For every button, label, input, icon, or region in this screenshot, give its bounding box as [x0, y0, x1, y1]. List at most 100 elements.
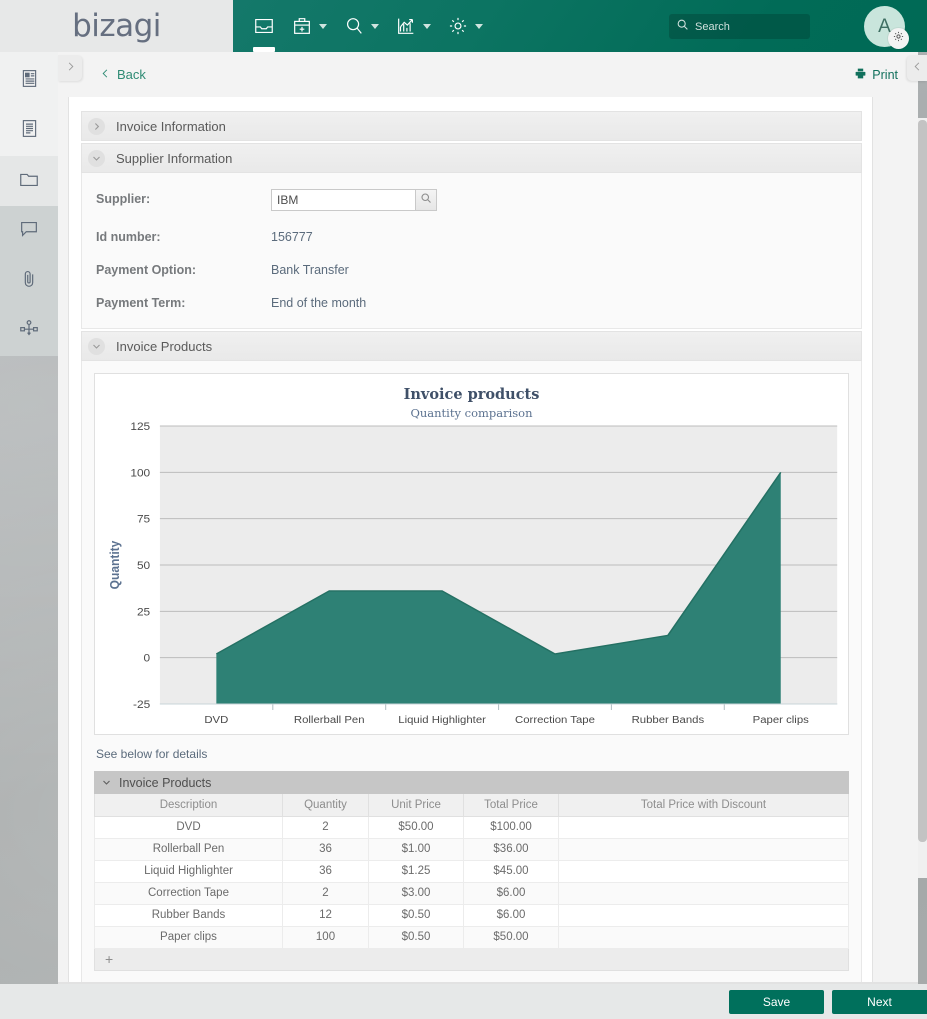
cell-total-with-discount	[558, 859, 849, 883]
table-row[interactable]: Liquid Highlighter 36 $1.25 $45.00	[94, 859, 849, 883]
sidebar-item-form[interactable]	[0, 56, 58, 106]
section-body-invoice-products: Invoice products Quantity comparison 125…	[81, 361, 862, 984]
save-button[interactable]: Save	[729, 989, 824, 1014]
supplier-search-button[interactable]	[415, 189, 437, 211]
inbox-icon	[253, 15, 275, 37]
nav-search[interactable]	[335, 0, 387, 52]
form-scroll-region: Invoice Information Supplier Information…	[69, 97, 874, 984]
form-card: Invoice Information Supplier Information…	[68, 97, 873, 984]
cell-total-price: $6.00	[463, 903, 559, 927]
column-header-quantity[interactable]: Quantity	[282, 794, 369, 817]
table-body: DVD 2 $50.00 $100.00 Rollerball Pen 36 $1.00 $3…	[94, 815, 849, 949]
section-invoice-products: Invoice Products Invoice products Quanti…	[81, 331, 862, 984]
column-header-description[interactable]: Description	[94, 794, 283, 817]
global-search-box[interactable]	[669, 14, 837, 39]
supplier-input[interactable]	[271, 189, 415, 211]
vertical-scrollbar-thumb[interactable]	[918, 120, 927, 842]
column-header-unit-price[interactable]: Unit Price	[368, 794, 464, 817]
table-row[interactable]: Paper clips 100 $0.50 $50.00	[94, 925, 849, 949]
chevron-left-icon	[100, 67, 111, 82]
sidebar-item-comments[interactable]	[0, 206, 58, 256]
expand-sidebar-button[interactable]	[58, 55, 82, 81]
briefcase-plus-icon	[291, 15, 313, 37]
paperclip-icon	[18, 268, 40, 295]
cell-total-with-discount	[558, 903, 849, 927]
nav-inbox[interactable]	[245, 0, 283, 52]
y-tick-label: 125	[130, 421, 150, 433]
section-header-supplier-information[interactable]: Supplier Information	[81, 143, 862, 173]
add-row-button[interactable]: +	[94, 948, 849, 971]
section-title: Supplier Information	[116, 150, 233, 166]
bizagi-logo: bizagi	[72, 8, 161, 44]
section-title: Invoice Products	[116, 338, 213, 354]
cell-total-price: $45.00	[463, 859, 559, 883]
cell-description: Rubber Bands	[94, 903, 283, 927]
nav-admin[interactable]	[439, 0, 491, 52]
cell-total-with-discount	[558, 881, 849, 905]
sidebar-item-attachments[interactable]	[0, 256, 58, 306]
cell-total-price: $36.00	[463, 837, 559, 861]
invoice-products-grid: Invoice Products Description Quantity Un…	[94, 771, 849, 971]
left-icon-rail	[0, 52, 58, 1019]
section-header-invoice-information[interactable]: Invoice Information	[81, 111, 862, 141]
section-supplier-information: Supplier Information Supplier: IBM Id nu…	[81, 143, 862, 329]
grid-header-bar[interactable]: Invoice Products	[94, 771, 849, 794]
chevron-down-icon	[319, 23, 327, 29]
cell-description: Liquid Highlighter	[94, 859, 283, 883]
top-navigation-bar: bizagi Search A	[0, 0, 927, 52]
action-bar: Back Print	[58, 52, 918, 97]
print-button[interactable]: Print	[854, 67, 898, 83]
chart-icon	[395, 15, 417, 37]
field-payment-term: Payment Term: End of the month	[82, 293, 861, 314]
y-tick-label: 100	[130, 468, 150, 480]
nav-analytics[interactable]	[387, 0, 439, 52]
field-value: 156777	[271, 230, 313, 244]
cell-quantity: 2	[282, 881, 369, 905]
cell-quantity: 100	[282, 925, 369, 949]
table-row[interactable]: Rollerball Pen 36 $1.00 $36.00	[94, 837, 849, 861]
cell-quantity: 12	[282, 903, 369, 927]
back-label: Back	[117, 67, 146, 82]
cell-total-with-discount	[558, 837, 849, 861]
table-row[interactable]: DVD 2 $50.00 $100.00	[94, 815, 849, 839]
cell-unit-price: $50.00	[368, 815, 464, 839]
section-header-invoice-products[interactable]: Invoice Products	[81, 331, 862, 361]
cell-unit-price: $1.25	[368, 859, 464, 883]
process-icon	[18, 318, 40, 345]
y-tick-label: 50	[137, 560, 150, 572]
chevron-down-icon	[102, 774, 111, 792]
chevron-down-icon	[371, 23, 379, 29]
products-table: Description Quantity Unit Price Total Pr…	[94, 794, 849, 949]
sidebar-item-documents[interactable]	[0, 156, 58, 206]
back-button[interactable]: Back	[100, 67, 146, 82]
collapse-panel-button[interactable]	[907, 55, 927, 81]
sidebar-item-process[interactable]	[0, 306, 58, 356]
chart-plot: 125 100 75 50 25 0 -25 Quantity DVD Rollerball Pe…	[107, 421, 838, 726]
cell-total-with-discount	[558, 925, 849, 949]
cell-unit-price: $3.00	[368, 881, 464, 905]
field-label: Id number:	[96, 230, 161, 244]
section-invoice-information: Invoice Information	[81, 111, 862, 141]
x-tick-label: Rubber Bands	[632, 714, 705, 726]
section-body-supplier-information: Supplier: Id number:	[81, 173, 862, 329]
next-button[interactable]: Next	[832, 989, 927, 1014]
table-row[interactable]: Rubber Bands 12 $0.50 $6.00	[94, 903, 849, 927]
gear-icon	[892, 30, 905, 48]
search-input[interactable]	[695, 20, 837, 33]
printer-icon	[854, 67, 867, 83]
field-label: Supplier:	[96, 192, 151, 206]
column-header-total-with-discount[interactable]: Total Price with Discount	[558, 794, 849, 817]
nav-new-case[interactable]	[283, 0, 335, 52]
column-header-total-price[interactable]: Total Price	[463, 794, 559, 817]
cell-total-price: $6.00	[463, 881, 559, 905]
cell-quantity: 2	[282, 815, 369, 839]
main-work-area: Back Print Invoice Information Supplier …	[58, 52, 918, 984]
table-row[interactable]: Correction Tape 2 $3.00 $6.00	[94, 881, 849, 905]
comment-icon	[18, 218, 40, 245]
y-tick-label: 75	[137, 514, 150, 526]
x-tick-label: Liquid Highlighter	[398, 714, 486, 726]
field-label: Payment Option:	[96, 263, 197, 277]
y-axis-label: Quantity	[107, 541, 122, 590]
avatar-settings-badge[interactable]	[888, 28, 909, 49]
sidebar-item-summary[interactable]	[0, 106, 58, 156]
